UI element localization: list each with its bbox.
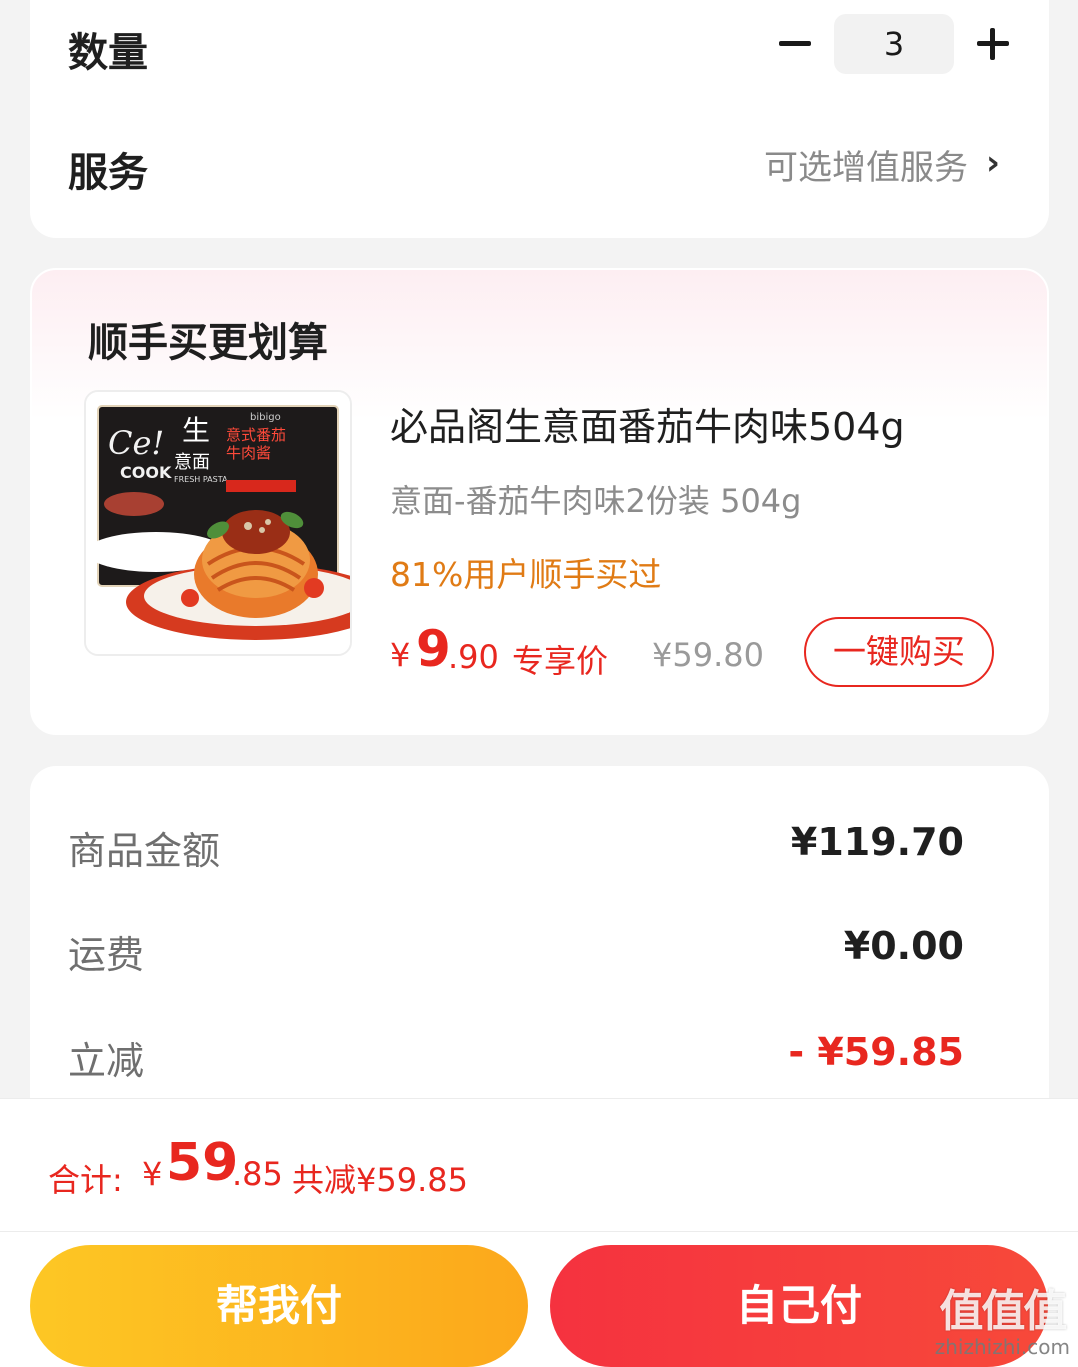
total-saved: 共减¥59.85	[292, 1161, 468, 1199]
pasta-package-image: Ce! COOK 生 意面 FRESH PASTA 意式番茄 牛肉酱 bibig…	[86, 392, 350, 654]
price-decimal: .90	[448, 638, 499, 676]
total-label: 合计:	[48, 1161, 123, 1199]
order-total: 合计: ¥ 59 .85 共减¥59.85	[48, 1129, 748, 1199]
footer-divider	[0, 1231, 1078, 1232]
service-label: 服务	[68, 150, 148, 196]
shipping-label: 运费	[68, 933, 145, 977]
svg-text:Ce!: Ce!	[108, 424, 164, 462]
svg-text:bibigo: bibigo	[250, 412, 281, 423]
quantity-label: 数量	[68, 30, 148, 76]
watermark-logo: 值值值	[939, 1286, 1067, 1337]
site-watermark: 值值值 zhizhizhi.com	[935, 1275, 1070, 1359]
watermark-url: zhizhizhi.com	[934, 1335, 1070, 1359]
price-integer: 9	[416, 620, 451, 678]
one-click-buy-button[interactable]: 一键购买	[804, 617, 994, 687]
quantity-increase-button[interactable]	[973, 24, 1013, 64]
original-price: ¥59.80	[652, 636, 764, 674]
discount-label: 立减	[68, 1039, 145, 1083]
quantity-input[interactable]: 3	[834, 14, 954, 74]
product-purchase-stat: 81%用户顺手买过	[390, 555, 662, 594]
checkout-footer: 合计: ¥ 59 .85 共减¥59.85 帮我付 自己付 值值值 zhizhi…	[0, 1098, 1078, 1367]
subtotal-value: ¥119.70	[790, 820, 964, 864]
exclusive-price-tag: 专享价	[512, 642, 609, 680]
product-name[interactable]: 必品阁生意面番茄牛肉味504g	[390, 396, 905, 451]
svg-text:意式番茄: 意式番茄	[226, 426, 286, 444]
chevron-right-icon: ›	[986, 143, 1001, 183]
upsell-title: 顺手买更划算	[88, 320, 328, 366]
svg-text:牛肉酱: 牛肉酱	[226, 444, 271, 462]
svg-text:COOK: COOK	[120, 463, 172, 482]
price-currency: ¥	[390, 636, 411, 674]
quantity-decrease-button[interactable]	[775, 24, 815, 64]
total-decimal: .85	[232, 1155, 283, 1193]
svg-text:FRESH PASTA: FRESH PASTA	[174, 475, 228, 484]
svg-text:意面: 意面	[174, 452, 210, 473]
subtotal-label: 商品金额	[68, 829, 221, 873]
product-spec: 意面-番茄牛肉味2份装 504g	[390, 482, 802, 520]
discount-value: - ¥59.85	[788, 1030, 964, 1074]
total-integer: 59	[166, 1133, 239, 1193]
total-currency: ¥	[142, 1155, 163, 1193]
help-me-pay-button[interactable]: 帮我付	[30, 1245, 528, 1367]
product-image[interactable]: Ce! COOK 生 意面 FRESH PASTA 意式番茄 牛肉酱 bibig…	[84, 390, 352, 656]
service-hint: 可选增值服务	[764, 148, 968, 188]
svg-text:生: 生	[182, 414, 210, 447]
shipping-value: ¥0.00	[843, 924, 964, 968]
